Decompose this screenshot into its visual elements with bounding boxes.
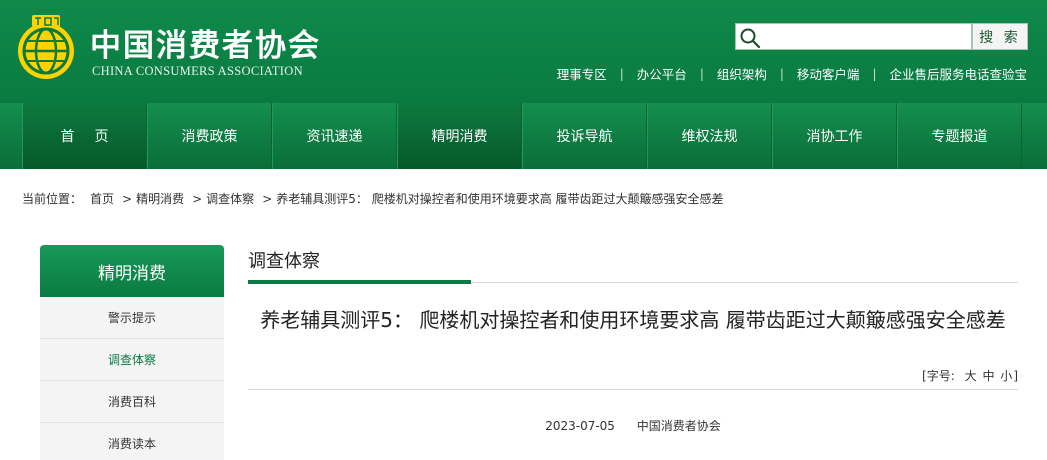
brand-name-en: CHINA CONSUMERS ASSOCIATION <box>92 64 303 78</box>
link-separator: | <box>779 66 784 81</box>
section-title: 调查体察 <box>248 251 320 272</box>
sidebar-item-encyclopedia[interactable]: 消费百科 <box>40 381 224 423</box>
sidebar: 精明消费 警示提示 调查体察 消费百科 消费读本 <box>40 245 224 460</box>
search-button[interactable]: 搜 索 <box>972 23 1028 50</box>
link-separator: | <box>699 66 704 81</box>
nav-item-law[interactable]: 维权法规 <box>647 103 772 169</box>
font-size-medium[interactable]: 中 <box>982 369 994 383</box>
breadcrumb-home[interactable]: 首页 <box>90 190 114 207</box>
breadcrumb-separator: > <box>262 191 273 206</box>
cca-emblem-icon[interactable] <box>14 13 78 83</box>
top-link-service-check[interactable]: 企业售后服务电话查验宝 <box>889 64 1027 83</box>
site-header: 中国消费者协会 CHINA CONSUMERS ASSOCIATION 搜 索 … <box>0 0 1047 103</box>
main-nav: 首页 消费政策 资讯速递 精明消费 投诉导航 维权法规 消协工作 专题报道 <box>0 103 1047 169</box>
nav-item-smart-consumption[interactable]: 精明消费 <box>397 103 522 169</box>
top-link-org[interactable]: 组织架构 <box>717 64 767 83</box>
nav-item-policy[interactable]: 消费政策 <box>147 103 272 169</box>
font-size-control: [字号: 大 中 小] <box>922 367 1018 384</box>
publisher: 中国消费者协会 <box>636 419 721 433</box>
article-meta: 2023-07-05 中国消费者协会 <box>248 417 1018 434</box>
top-link-office[interactable]: 办公平台 <box>637 64 687 83</box>
search-box <box>735 23 972 50</box>
nav-item-special-report[interactable]: 专题报道 <box>897 103 1022 169</box>
font-size-suffix: ] <box>1013 369 1018 383</box>
nav-item-complaint[interactable]: 投诉导航 <box>522 103 647 169</box>
breadcrumb-separator: > <box>122 191 133 206</box>
top-link-council[interactable]: 理事专区 <box>557 64 607 83</box>
search-input[interactable] <box>764 25 969 48</box>
font-size-large[interactable]: 大 <box>965 369 977 383</box>
link-separator: | <box>619 66 624 81</box>
meta-divider <box>248 389 1018 390</box>
font-size-small[interactable]: 小 <box>1000 369 1012 383</box>
sidebar-item-survey[interactable]: 调查体察 <box>40 339 224 381</box>
font-size-prefix: [字号: <box>922 369 955 383</box>
search-icon <box>740 28 761 49</box>
nav-item-home[interactable]: 首页 <box>22 103 147 169</box>
breadcrumb-current: 养老辅具测评5： 爬楼机对操控者和使用环境要求高 履带齿距过大颠簸感强安全感差 <box>276 192 724 206</box>
breadcrumb-survey[interactable]: 调查体察 <box>206 190 254 207</box>
sidebar-item-warnings[interactable]: 警示提示 <box>40 297 224 339</box>
breadcrumb: 当前位置： 首页 > 精明消费 > 调查体察 > 养老辅具测评5： 爬楼机对操控… <box>22 190 724 207</box>
top-links: 理事专区 | 办公平台 | 组织架构 | 移动客户端 | 企业售后服务电话查验宝 <box>557 64 1027 83</box>
nav-item-association-work[interactable]: 消协工作 <box>772 103 897 169</box>
breadcrumb-separator: > <box>192 191 203 206</box>
breadcrumb-smart-consumption[interactable]: 精明消费 <box>136 190 184 207</box>
publish-date: 2023-07-05 <box>545 419 615 433</box>
sidebar-item-reader[interactable]: 消费读本 <box>40 423 224 460</box>
article-title: 养老辅具测评5： 爬楼机对操控者和使用环境要求高 履带齿距过大颠簸感强安全感差 <box>260 308 1006 332</box>
nav-item-news[interactable]: 资讯速递 <box>272 103 397 169</box>
top-link-mobile[interactable]: 移动客户端 <box>797 64 860 83</box>
brand-name-cn: 中国消费者协会 <box>90 28 321 64</box>
sidebar-title: 精明消费 <box>40 245 224 297</box>
link-separator: | <box>872 66 877 81</box>
section-underline <box>248 280 471 284</box>
breadcrumb-prefix: 当前位置： <box>22 192 83 206</box>
